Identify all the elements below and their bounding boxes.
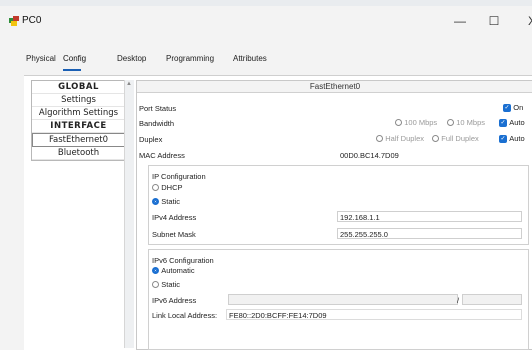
ipv4-address-input[interactable]: 192.168.1.1: [337, 211, 522, 222]
tab-desktop[interactable]: Desktop: [117, 54, 146, 63]
tab-config[interactable]: Config: [63, 54, 86, 63]
link-local-label: Link Local Address:: [152, 311, 218, 320]
subnet-mask-input[interactable]: 255.255.255.0: [337, 228, 522, 239]
ipv4-static-radio[interactable]: Static: [152, 197, 180, 206]
bandwidth-10-label: 10 Mbps: [456, 118, 486, 127]
sidebar-item-algorithm-settings[interactable]: Algorithm Settings: [32, 107, 125, 120]
ipv6-static-label: Static: [161, 280, 180, 289]
close-button[interactable]: X: [518, 10, 532, 32]
mac-address-value[interactable]: 00D0.BC14.7D09: [340, 151, 399, 160]
port-status-on-checkbox[interactable]: ✓ On: [503, 103, 523, 112]
radio-selected-icon: [152, 198, 159, 206]
sidebar-header-interface[interactable]: INTERFACE: [32, 120, 125, 133]
tab-attributes[interactable]: Attributes: [233, 54, 267, 63]
ipv6-address-input[interactable]: [228, 294, 458, 305]
ipv6-automatic-label: Automatic: [161, 266, 195, 275]
radio-icon: [152, 281, 159, 289]
ipv6-static-radio[interactable]: Static: [152, 280, 180, 289]
scroll-up-arrow-icon[interactable]: ▲: [126, 81, 132, 87]
pc-app-icon: [9, 16, 19, 26]
check-icon: ✓: [499, 134, 507, 143]
ipv6-prefix-separator: /: [457, 296, 460, 305]
port-status-on-label: On: [513, 103, 524, 112]
duplex-full-radio[interactable]: Full Duplex: [432, 134, 479, 143]
ipv4-static-label: Static: [161, 197, 180, 206]
check-icon: ✓: [503, 103, 511, 112]
config-sidebar: GLOBAL Settings Algorithm Settings INTER…: [31, 80, 126, 161]
tab-bar: Physical Config Desktop Programming Attr…: [0, 44, 532, 68]
bandwidth-auto-label: Auto: [509, 118, 525, 127]
tab-programming[interactable]: Programming: [166, 54, 214, 63]
radio-icon: [376, 135, 383, 143]
maximize-button[interactable]: ☐: [480, 10, 508, 32]
bandwidth-label: Bandwidth: [139, 119, 175, 128]
sidebar-item-settings[interactable]: Settings: [32, 94, 125, 107]
link-local-address-input[interactable]: FE80::2D0:BCFF:FE14:7D09: [226, 309, 522, 320]
ipv6-config-title: IPv6 Configuration: [152, 256, 214, 265]
ipv4-address-label: IPv4 Address: [152, 213, 197, 222]
dhcp-label: DHCP: [161, 183, 183, 192]
minimize-button[interactable]: —: [446, 10, 474, 32]
subnet-mask-label: Subnet Mask: [152, 230, 196, 239]
duplex-auto-checkbox[interactable]: ✓ Auto: [499, 134, 525, 143]
duplex-auto-label: Auto: [509, 134, 525, 143]
bandwidth-100-radio[interactable]: 100 Mbps: [395, 118, 437, 127]
panel-title: FastEthernet0: [137, 81, 532, 93]
window-title: PC0: [22, 15, 42, 26]
radio-icon: [447, 119, 454, 127]
bandwidth-auto-checkbox[interactable]: ✓ Auto: [499, 118, 525, 127]
duplex-full-label: Full Duplex: [441, 134, 479, 143]
duplex-half-radio[interactable]: Half Duplex: [376, 134, 424, 143]
bandwidth-10-radio[interactable]: 10 Mbps: [447, 118, 485, 127]
sidebar-header-global[interactable]: GLOBAL: [32, 81, 125, 94]
ipv6-automatic-radio[interactable]: Automatic: [152, 266, 195, 275]
radio-selected-icon: [152, 267, 159, 275]
ipv4-config-title: IP Configuration: [152, 172, 206, 181]
sidebar-item-fastethernet0[interactable]: FastEthernet0: [32, 133, 125, 147]
dhcp-radio[interactable]: DHCP: [152, 183, 183, 192]
mac-address-label: MAC Address: [139, 151, 185, 160]
sidebar-scrollbar[interactable]: ▲: [124, 80, 134, 348]
port-status-label: Port Status: [139, 104, 177, 113]
sidebar-item-bluetooth[interactable]: Bluetooth: [32, 147, 125, 160]
radio-icon: [432, 135, 439, 143]
check-icon: ✓: [499, 118, 507, 127]
duplex-half-label: Half Duplex: [385, 134, 425, 143]
ipv6-prefix-input[interactable]: [462, 294, 522, 305]
tab-physical[interactable]: Physical: [26, 54, 56, 63]
duplex-label: Duplex: [139, 135, 163, 144]
active-tab-indicator: [63, 69, 81, 71]
radio-icon: [152, 184, 159, 192]
title-bar: PC0 — ☐ X: [0, 6, 532, 36]
bandwidth-100-label: 100 Mbps: [404, 118, 438, 127]
ipv6-address-label: IPv6 Address: [152, 296, 197, 305]
radio-icon: [395, 119, 402, 127]
